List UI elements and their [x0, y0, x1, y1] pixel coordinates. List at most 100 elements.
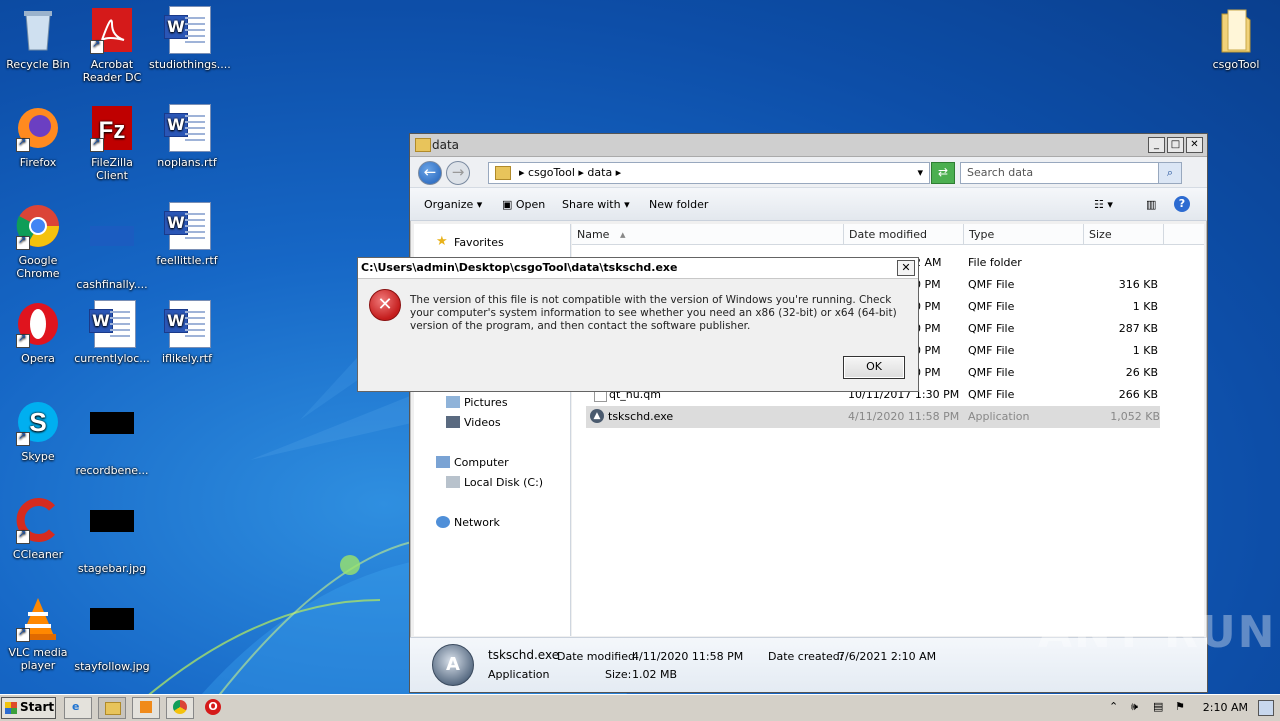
ok-button[interactable]: OK — [843, 356, 905, 379]
word-document-icon — [163, 300, 211, 348]
address-bar[interactable]: ▸ csgoTool ▸ data ▸ ▾ — [488, 162, 930, 184]
breadcrumb-csgotool[interactable]: csgoTool — [528, 166, 575, 179]
star-icon: ★ — [436, 234, 448, 249]
minimize-button[interactable]: _ — [1148, 137, 1165, 153]
word-document-icon — [163, 6, 211, 54]
folder-icon — [415, 138, 431, 152]
videos-icon — [446, 416, 460, 428]
opera-icon[interactable]: O — [205, 699, 221, 715]
maximize-button[interactable]: □ — [1167, 137, 1184, 153]
search-icon[interactable]: ⌕ — [1158, 163, 1181, 183]
open-button[interactable]: ▣ Open — [502, 198, 545, 211]
nav-network[interactable]: Network — [436, 516, 500, 529]
nav-videos[interactable]: Videos — [446, 416, 501, 429]
pictures-icon — [446, 396, 460, 408]
image-thumbnail-icon — [88, 510, 136, 558]
forward-button[interactable]: → — [446, 161, 470, 185]
details-size: 1.02 MB — [632, 668, 678, 681]
explorer-titlebar[interactable]: data _ □ ✕ — [410, 134, 1207, 157]
desktop-icon-stayfollow[interactable]: stayfollow.jpg — [74, 594, 150, 673]
close-button[interactable]: ✕ — [897, 260, 915, 276]
chevron-up-icon[interactable]: ⌃ — [1109, 700, 1118, 713]
desktop-icon-filezilla[interactable]: Fz FileZilla Client — [74, 104, 150, 182]
desktop-icon-currentlyloc[interactable]: currentlyloc... — [74, 300, 150, 365]
error-dialog: C:\Users\admin\Desktop\csgoTool\data\tsk… — [357, 257, 919, 392]
desktop-icon-iflikely[interactable]: iflikely.rtf — [149, 300, 225, 365]
column-header-name[interactable]: Name ▴ — [572, 224, 844, 245]
nav-pictures[interactable]: Pictures — [446, 396, 508, 409]
view-options-icon[interactable]: ☷ ▾ — [1094, 198, 1113, 211]
application-icon: ▲ — [590, 409, 604, 423]
dialog-title: C:\Users\admin\Desktop\csgoTool\data\tsk… — [361, 261, 678, 274]
vlc-icon — [14, 594, 62, 642]
nav-favorites[interactable]: ★ Favorites — [436, 234, 504, 249]
network-icon — [436, 516, 450, 528]
watermark: ANY RUN — [1038, 607, 1277, 658]
nav-local-disk[interactable]: Local Disk (C:) — [446, 476, 543, 489]
share-with-button[interactable]: Share with ▾ — [562, 198, 630, 211]
chevron-down-icon[interactable]: ▾ — [917, 166, 923, 179]
column-header-size[interactable]: Size — [1084, 224, 1164, 245]
desktop-icon-acrobat[interactable]: Acrobat Reader DC — [74, 6, 150, 84]
explorer-taskbar-icon[interactable] — [98, 697, 126, 719]
show-desktop-button[interactable] — [1258, 700, 1274, 716]
svg-text:S: S — [29, 407, 46, 437]
new-folder-button[interactable]: New folder — [649, 198, 708, 211]
column-header-type[interactable]: Type — [964, 224, 1084, 245]
desktop-icon-stagebar[interactable]: stagebar.jpg — [74, 496, 150, 575]
error-icon: ✕ — [369, 289, 401, 321]
desktop-icon-recordbene[interactable]: recordbene... — [74, 398, 150, 477]
desktop-icon-cashfinally[interactable]: cashfinally.... — [74, 202, 150, 291]
table-row-selected[interactable]: ▲ tskschd.exe 4/11/2020 11:58 PM Applicati… — [586, 406, 1160, 428]
volume-icon[interactable]: 🕪 — [1131, 700, 1138, 714]
start-button[interactable]: Start — [1, 697, 56, 719]
desktop-icon-csgotool[interactable]: csgoTool — [1198, 6, 1274, 71]
word-document-icon — [163, 104, 211, 152]
desktop-icon-firefox[interactable]: Firefox — [0, 104, 76, 169]
close-button[interactable]: ✕ — [1186, 137, 1203, 153]
application-icon: A — [432, 644, 474, 686]
flag-icon[interactable]: ⚑ — [1175, 700, 1185, 713]
details-filetype: Application — [488, 668, 550, 681]
details-filename: tskschd.exe — [488, 648, 560, 662]
search-input[interactable]: Search data ⌕ — [960, 162, 1182, 184]
opera-icon — [14, 300, 62, 348]
image-thumbnail-icon — [88, 608, 136, 656]
preview-pane-icon[interactable]: ▥ — [1146, 198, 1156, 211]
desktop-icon-vlc[interactable]: VLC media player — [0, 594, 76, 672]
breadcrumb-data[interactable]: data — [587, 166, 612, 179]
folder-icon — [1212, 6, 1260, 54]
computer-icon — [436, 456, 450, 468]
desktop-icon-recycle-bin[interactable]: Recycle Bin — [0, 6, 76, 71]
desktop-icon-skype[interactable]: S Skype — [0, 398, 76, 463]
media-player-icon[interactable] — [132, 697, 160, 719]
firefox-icon — [14, 104, 62, 152]
back-button[interactable]: ← — [418, 161, 442, 185]
clock[interactable]: 2:10 AM — [1203, 701, 1248, 714]
column-header-date-modified[interactable]: Date modified — [844, 224, 964, 245]
dialog-message: The version of this file is not compatib… — [410, 294, 897, 332]
ccleaner-icon — [14, 496, 62, 544]
hard-drive-icon — [446, 476, 460, 488]
desktop-icon-noplans[interactable]: noplans.rtf — [149, 104, 225, 169]
refresh-button[interactable]: ⇄ — [931, 162, 955, 184]
desktop-icon-studiothings[interactable]: studiothings.... — [149, 6, 231, 71]
acrobat-icon — [88, 6, 136, 54]
help-icon[interactable]: ? — [1174, 196, 1190, 212]
desktop-icon-feellittle[interactable]: feellittle.rtf — [149, 202, 225, 267]
desktop-icon-opera[interactable]: Opera — [0, 300, 76, 365]
windows-logo-icon — [5, 702, 17, 714]
desktop-icon-google-chrome[interactable]: Google Chrome — [0, 202, 76, 280]
desktop-icon-ccleaner[interactable]: CCleaner — [0, 496, 76, 561]
image-thumbnail-icon — [88, 412, 136, 460]
file-icon — [88, 226, 136, 274]
details-date-modified: 4/11/2020 11:58 PM — [632, 650, 744, 663]
network-tray-icon[interactable]: ▤ — [1153, 700, 1163, 713]
system-tray: ⌃ 🕪 ▤ ⚑ 2:10 AM — [1105, 695, 1280, 721]
skype-icon: S — [14, 398, 62, 446]
organize-button[interactable]: Organize ▾ — [424, 198, 482, 211]
nav-computer[interactable]: Computer — [436, 456, 509, 469]
internet-explorer-icon[interactable]: e — [64, 697, 92, 719]
chrome-icon[interactable] — [166, 697, 194, 719]
dialog-titlebar[interactable]: C:\Users\admin\Desktop\csgoTool\data\tsk… — [358, 258, 918, 279]
